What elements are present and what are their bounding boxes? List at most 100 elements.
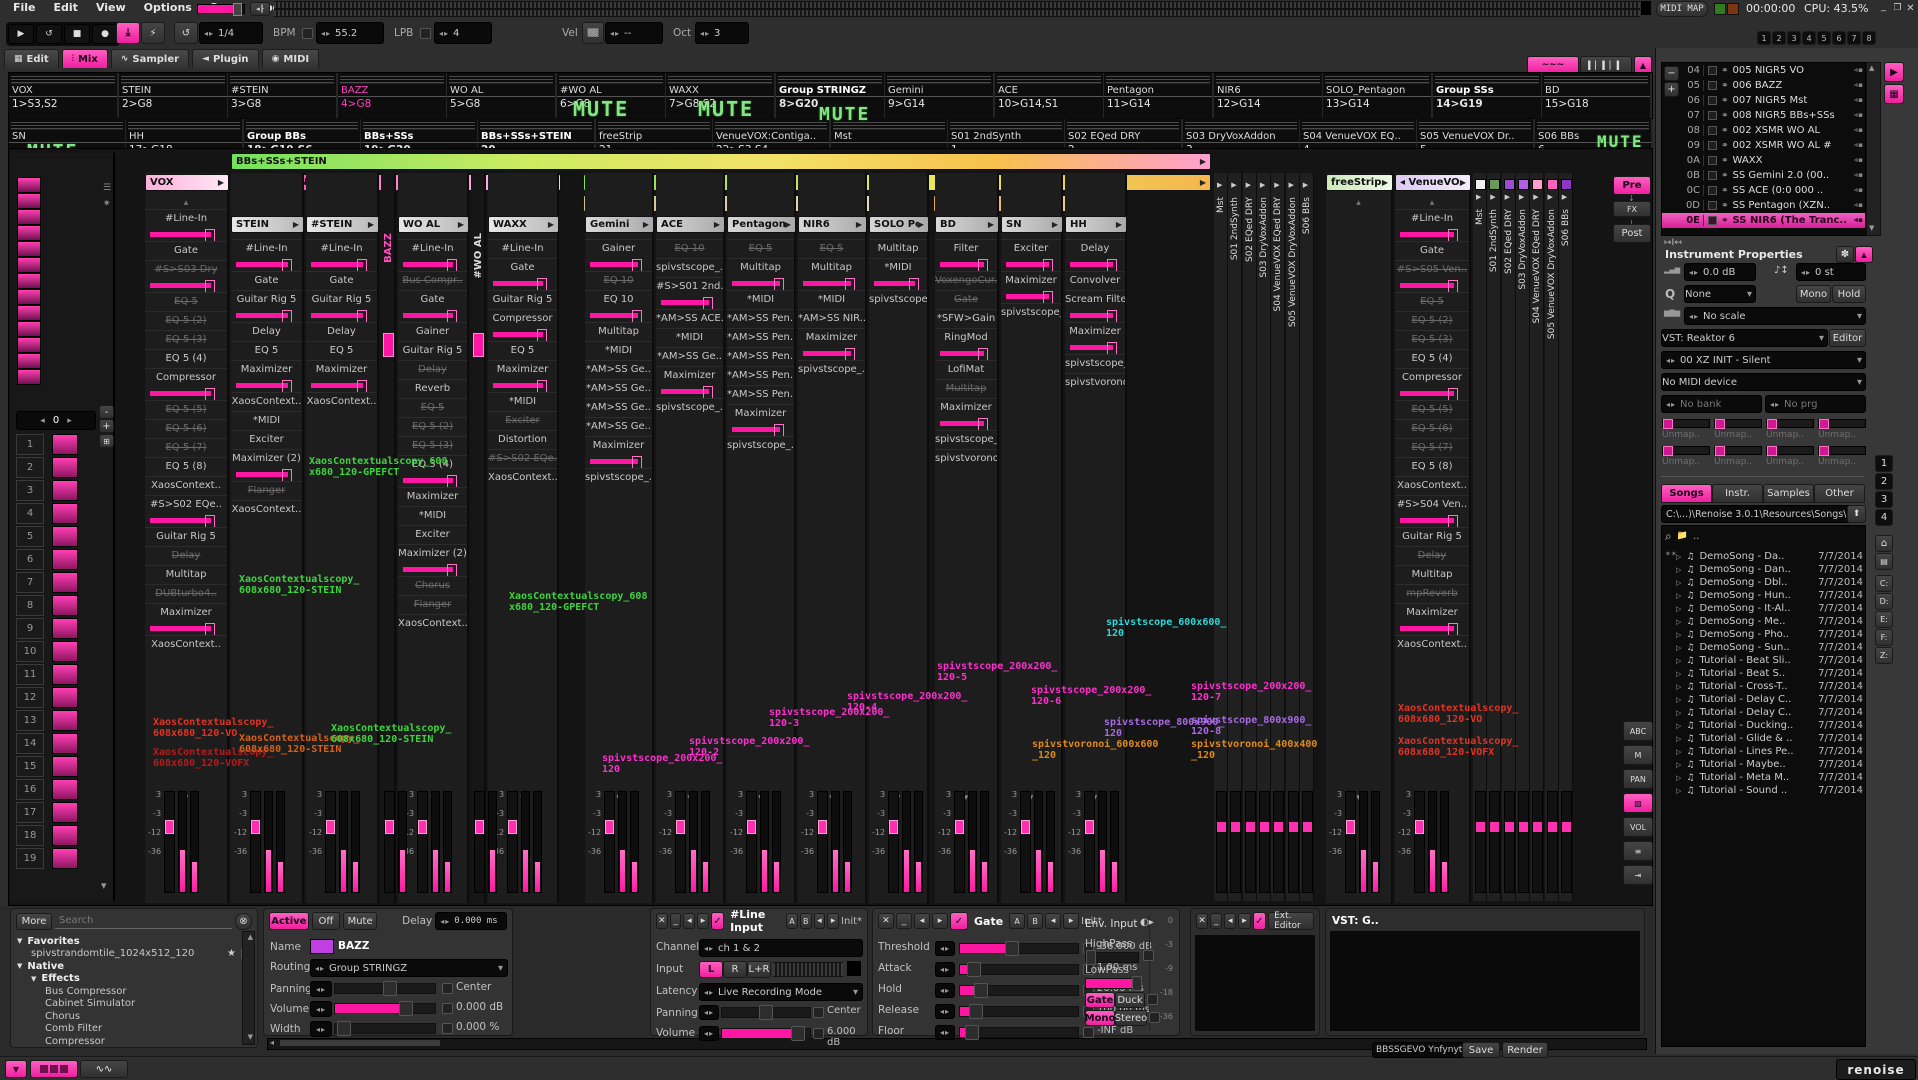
volume-fader[interactable]	[384, 791, 395, 893]
file-row[interactable]: ▷♫Tutorial - Lines Pe..7/7/2014	[1676, 745, 1863, 758]
device-slider[interactable]	[1395, 279, 1469, 292]
send-fader[interactable]	[1532, 791, 1543, 893]
macro-bar[interactable]	[1818, 446, 1866, 455]
loop-block-button[interactable]: ↺	[174, 22, 198, 44]
dsp-close-icon[interactable]: ⊗	[235, 913, 252, 930]
spinner-icon[interactable]: ◂▸	[940, 1028, 950, 1037]
device--multitap[interactable]: Multitap	[935, 379, 997, 398]
macro-slider[interactable]: Unmap..	[1662, 446, 1710, 470]
volume-fader[interactable]	[164, 791, 175, 893]
device--am-ss-ge-[interactable]: *AM>SS Ge..	[585, 379, 652, 398]
line-panning-slider[interactable]	[721, 1007, 811, 1018]
device--eq-5[interactable]: EQ 5	[145, 292, 227, 311]
spinner-icon[interactable]: ◂▸	[940, 1007, 950, 1016]
device-gate[interactable]: Gate	[306, 271, 377, 290]
send-fader[interactable]	[1230, 791, 1241, 893]
device-multitap[interactable]: Multitap	[1395, 565, 1469, 584]
spin-volume[interactable]: ◂▸	[699, 1026, 719, 1041]
track-panning-check[interactable]	[442, 983, 453, 994]
send-fader-handle[interactable]	[1246, 822, 1255, 832]
instrument-row-06[interactable]: 06⚭007 NIGR5 Mst⪡▪	[1662, 93, 1865, 108]
expand-caret-icon[interactable]: ▷	[1676, 618, 1681, 626]
fader-handle[interactable]	[1021, 820, 1030, 834]
device--delay[interactable]: Delay	[398, 360, 467, 379]
device--eq-5[interactable]: EQ 5	[1395, 292, 1469, 311]
device-xaoscontext-[interactable]: XaosContext..	[1395, 635, 1469, 654]
scope-cell-gemini[interactable]: Gemini9>G14	[885, 73, 995, 118]
spinner-icon[interactable]: ◂▸	[704, 1029, 714, 1038]
device--midi[interactable]: *MIDI	[488, 392, 557, 411]
file-row[interactable]: ▷♫DemoSong - Dan..7/7/2014	[1676, 563, 1863, 576]
device-delay[interactable]: Delay	[1065, 239, 1125, 258]
macro-slider[interactable]: Unmap..	[1714, 419, 1762, 443]
device--midi[interactable]: *MIDI	[398, 506, 467, 525]
device--am-ss-pen-[interactable]: *AM>SS Pen..	[727, 366, 794, 385]
device-slider[interactable]	[145, 622, 227, 635]
instrument-scrollbar[interactable]	[1866, 62, 1881, 236]
gate-spin-2[interactable]: ◂▸	[935, 983, 955, 998]
device-slider-bar[interactable]	[1400, 283, 1454, 288]
send-play-icon[interactable]: ▶	[1548, 193, 1553, 201]
spinner-icon[interactable]: ◂▸	[940, 986, 950, 995]
device-slider[interactable]	[727, 277, 794, 290]
stop-button[interactable]: ■	[64, 24, 90, 44]
fader-handle[interactable]	[326, 820, 335, 834]
mixer-toggle-5[interactable]: ≡	[1623, 841, 1653, 861]
device-slider[interactable]	[656, 385, 723, 398]
vel-keyboard-button[interactable]: ▒▒	[582, 22, 604, 44]
device--s-s02-eqe-[interactable]: #S>S02 EQe..	[488, 449, 557, 468]
device-spivstscope-[interactable]: spivstscope_..	[1001, 303, 1061, 322]
device-slider-bar[interactable]	[940, 351, 984, 356]
instrument-checkbox[interactable]	[1708, 171, 1717, 180]
fader-handle[interactable]	[508, 820, 517, 834]
device-slider-bar[interactable]	[403, 567, 453, 572]
sequence-pattern-block[interactable]	[52, 687, 78, 708]
expand-caret-icon[interactable]: ▷	[1676, 709, 1681, 717]
slider-spin-width[interactable]: ◂▸	[310, 1021, 332, 1037]
device--dubturbo4-[interactable]: DUBturbo4..	[145, 584, 227, 603]
sequence-pattern-block[interactable]	[52, 503, 78, 524]
tree-scrollbar[interactable]	[242, 931, 255, 1045]
device-slider-bar[interactable]	[150, 518, 211, 523]
fader-handle[interactable]	[165, 820, 174, 834]
volume-fader[interactable]	[1020, 791, 1031, 893]
device-maximizer[interactable]: Maximizer	[656, 366, 723, 385]
volume-fader[interactable]	[325, 791, 336, 893]
device-slider[interactable]	[145, 228, 227, 241]
browser-slot-button-2[interactable]: 2	[1875, 473, 1893, 490]
matrix-block[interactable]	[17, 289, 41, 305]
track-play-icon[interactable]: ▶	[1382, 178, 1388, 187]
device-minimize-icon[interactable]: _	[896, 913, 912, 929]
device--midi[interactable]: *MIDI	[231, 411, 302, 430]
spinner-icon[interactable]: ◂▸	[704, 988, 714, 997]
volume-fader[interactable]	[1414, 791, 1425, 893]
midi-map-button[interactable]: MIDI MAP	[1656, 1, 1708, 17]
scope-cell-wo-al[interactable]: WO AL5>G8	[447, 73, 557, 118]
device-slider-bar[interactable]	[874, 281, 915, 286]
volume-fader[interactable]	[474, 791, 485, 893]
slider-handle[interactable]	[974, 983, 988, 998]
file-row[interactable]: ▷♫Tutorial - Meta M..7/7/2014	[1676, 771, 1863, 784]
macro-slider[interactable]: Unmap..	[1714, 446, 1762, 470]
device-close-icon[interactable]: ✕	[656, 913, 668, 929]
vel-value[interactable]: ◂▸--	[605, 22, 663, 44]
line-volume-slider[interactable]	[721, 1028, 811, 1039]
file-row[interactable]: ▷♫Tutorial - Glide & ..7/7/2014	[1676, 732, 1863, 745]
device-xaoscontext-[interactable]: XaosContext..	[145, 635, 227, 654]
track-header--stein[interactable]: #STEIN▶	[306, 216, 379, 233]
device-slider-bar[interactable]	[590, 313, 638, 318]
send-fader-handle[interactable]	[1548, 822, 1557, 832]
device--midi[interactable]: *MIDI	[727, 290, 794, 309]
slider-spin-panning[interactable]: ◂▸	[310, 981, 332, 997]
preset-button-7[interactable]: 7	[1847, 31, 1861, 45]
file-row[interactable]: ▷♫DemoSong - Hun..7/7/2014	[1676, 589, 1863, 602]
expand-arrow-icon[interactable]: ▶	[1200, 178, 1206, 187]
device-maximizer[interactable]: Maximizer	[306, 360, 377, 379]
volume-fader[interactable]	[817, 791, 828, 893]
track-volume-slider[interactable]	[334, 1003, 436, 1014]
mixer-toggle-2[interactable]: PAN	[1623, 769, 1653, 789]
matrix-block[interactable]	[17, 369, 41, 385]
device-slider-bar[interactable]	[403, 478, 453, 483]
send-fader-handle[interactable]	[1519, 822, 1528, 832]
device-slider[interactable]	[1001, 258, 1061, 271]
